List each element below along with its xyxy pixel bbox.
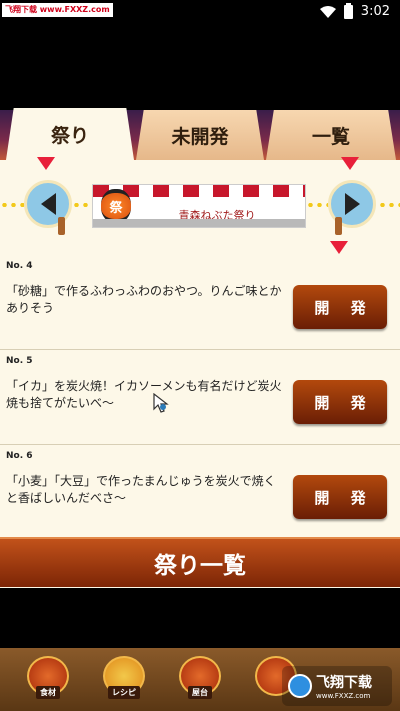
fan-handle: [335, 217, 342, 235]
watermark-url: www.FXXZ.com: [316, 692, 371, 700]
arrow-right-icon: [344, 193, 360, 215]
watermark-title: 飞翔下载: [316, 675, 372, 691]
festival-selector: 祭 青森ねぶた祭り: [0, 170, 400, 240]
develop-button[interactable]: 開 発: [293, 285, 387, 329]
develop-button[interactable]: 開 発: [293, 475, 387, 519]
tab-marker-icon: [37, 157, 55, 170]
status-icons: 3:02: [319, 2, 390, 19]
arrow-left-icon: [40, 193, 56, 215]
nav-label: レシピ: [108, 686, 140, 699]
nav-label: 食材: [36, 686, 60, 699]
watermark-bottom: 飞翔下载 www.FXXZ.com: [282, 666, 392, 706]
list-item: No. 6 「小麦」「大豆」で作ったまんじゅうを炭火で焼くと香ばしいんだべさ〜 …: [0, 445, 400, 540]
app-screen: 祭り 未開発 一覧 祭 青森ねぶた祭り No. 4 「砂糖」で作るふわっふわのお…: [0, 108, 400, 588]
banner-base: [93, 219, 305, 227]
item-number: No. 5: [6, 356, 33, 366]
item-description: 「イカ」を炭火焼！イカソーメンも有名だけど炭火焼も捨てがたいべ〜: [6, 379, 282, 410]
item-description: 「小麦」「大豆」で作ったまんじゅうを炭火で焼くと香ばしいんだべさ〜: [6, 474, 276, 505]
item-number: No. 4: [6, 261, 33, 271]
watermark-top: 飞翔下载 www.FXXZ.com: [2, 3, 113, 17]
next-festival-button[interactable]: [328, 180, 376, 235]
fan-handle: [58, 217, 65, 235]
item-number: No. 6: [6, 451, 33, 461]
tab-list[interactable]: 一覧: [266, 110, 396, 160]
wifi-icon: [319, 5, 336, 18]
tab-festival[interactable]: 祭り: [6, 108, 134, 160]
festival-banner: 祭 青森ねぶた祭り: [92, 184, 306, 228]
nav-label: 屋台: [188, 686, 212, 699]
logo-icon: [288, 674, 312, 698]
nav-recipes[interactable]: レシピ: [100, 656, 148, 708]
item-description: 「砂糖」で作るふわっふわのおやつ。りんご味とかありそう: [6, 284, 282, 315]
status-bar: 飞翔下载 www.FXXZ.com 3:02: [0, 0, 400, 24]
battery-icon: [343, 2, 353, 19]
tab-bar: 祭り 未開発 一覧: [0, 108, 400, 160]
tab-marker-icon: [341, 157, 359, 170]
prev-festival-button[interactable]: [24, 180, 72, 235]
nav-stall[interactable]: 屋台: [176, 656, 224, 708]
clock: 3:02: [360, 4, 390, 19]
nav-ingredients[interactable]: 食材: [24, 656, 72, 708]
next-marker-icon: [330, 241, 348, 254]
festival-list-button[interactable]: 祭り一覧: [0, 537, 400, 587]
list-item: No. 4 「砂糖」で作るふわっふわのおやつ。りんご味とかありそう 開 発: [0, 255, 400, 350]
cursor-icon: [153, 393, 169, 413]
list-item: No. 5 「イカ」を炭火焼！イカソーメンも有名だけど炭火焼も捨てがたいべ〜 開…: [0, 350, 400, 445]
tab-undeveloped[interactable]: 未開発: [136, 110, 264, 160]
lantern-icon: 祭: [101, 189, 131, 223]
develop-button[interactable]: 開 発: [293, 380, 387, 424]
